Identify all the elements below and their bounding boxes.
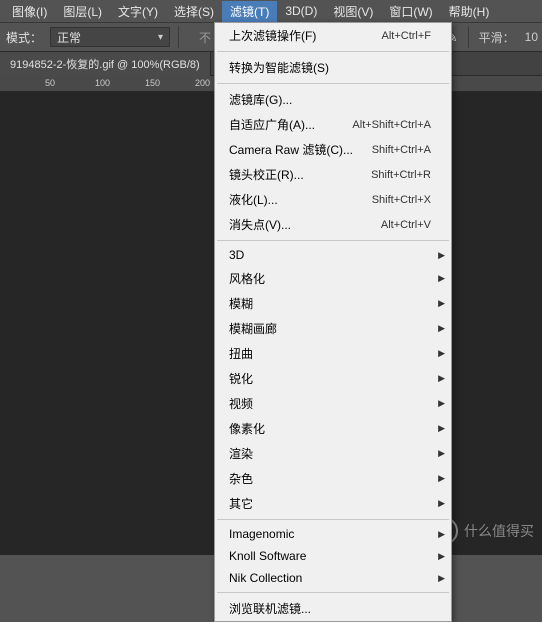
- filter-menu-dropdown: 上次滤镜操作(F) Alt+Ctrl+F 转换为智能滤镜(S) 滤镜库(G)... 自适…: [214, 22, 452, 622]
- mode-label: 模式：: [6, 29, 42, 46]
- submenu-arrow-icon: ▶: [438, 498, 445, 509]
- menu-item-消失点(V)...[interactable]: 消失点(V)... Alt+Ctrl+V: [215, 212, 451, 237]
- menu-item-上次滤镜操作(F)[interactable]: 上次滤镜操作(F) Alt+Ctrl+F: [215, 23, 451, 48]
- menu-item-label: Nik Collection: [229, 571, 302, 585]
- smooth-label: 平滑：: [479, 29, 515, 46]
- menubar: 图像(I)图层(L)文字(Y)选择(S)滤镜(T)3D(D)视图(V)窗口(W)…: [0, 0, 542, 22]
- menu-item-模糊画廊[interactable]: 模糊画廊 ▶: [215, 316, 451, 341]
- ruler-tick: 150: [145, 78, 160, 88]
- ruler-tick: 100: [95, 78, 110, 88]
- menu-item-Imagenomic[interactable]: Imagenomic ▶: [215, 523, 451, 545]
- menu-item-风格化[interactable]: 风格化 ▶: [215, 266, 451, 291]
- submenu-arrow-icon: ▶: [438, 473, 445, 484]
- menu-图层(L)[interactable]: 图层(L): [55, 1, 110, 22]
- submenu-arrow-icon: ▶: [438, 551, 445, 562]
- menu-图像(I)[interactable]: 图像(I): [4, 1, 55, 22]
- menu-item-扭曲[interactable]: 扭曲 ▶: [215, 341, 451, 366]
- menu-item-label: 液化(L)...: [229, 191, 278, 208]
- ruler-tick: 200: [195, 78, 210, 88]
- menu-shortcut: Alt+Ctrl+V: [381, 219, 431, 231]
- document-tab[interactable]: 9194852-2-恢复的.gif @ 100%(RGB/8): [0, 52, 211, 76]
- menu-item-label: 模糊画廊: [229, 320, 277, 337]
- menu-item-视频[interactable]: 视频 ▶: [215, 391, 451, 416]
- menu-item-label: 像素化: [229, 420, 265, 437]
- menu-item-label: 滤镜库(G)...: [229, 91, 292, 108]
- smooth-value: 10: [525, 30, 538, 44]
- submenu-arrow-icon: ▶: [438, 273, 445, 284]
- menu-item-label: 视频: [229, 395, 253, 412]
- menu-帮助(H)[interactable]: 帮助(H): [441, 1, 498, 22]
- menu-separator: [217, 240, 449, 241]
- menu-选择(S)[interactable]: 选择(S): [166, 1, 222, 22]
- menu-item-label: Imagenomic: [229, 527, 294, 541]
- menu-item-液化(L)...[interactable]: 液化(L)... Shift+Ctrl+X: [215, 187, 451, 212]
- menu-item-label: Camera Raw 滤镜(C)...: [229, 141, 353, 158]
- menu-item-模糊[interactable]: 模糊 ▶: [215, 291, 451, 316]
- menu-item-转换为智能滤镜(S)[interactable]: 转换为智能滤镜(S): [215, 55, 451, 80]
- submenu-arrow-icon: ▶: [438, 373, 445, 384]
- menu-item-label: 风格化: [229, 270, 265, 287]
- menu-文字(Y)[interactable]: 文字(Y): [110, 1, 166, 22]
- divider: [468, 26, 469, 48]
- menu-item-label: 模糊: [229, 295, 253, 312]
- menu-item-镜头校正(R)...[interactable]: 镜头校正(R)... Shift+Ctrl+R: [215, 162, 451, 187]
- chevron-down-icon: ▾: [158, 32, 163, 43]
- menu-item-Knoll Software[interactable]: Knoll Software ▶: [215, 545, 451, 567]
- mode-value: 正常: [57, 29, 81, 46]
- menu-item-label: 镜头校正(R)...: [229, 166, 304, 183]
- menu-separator: [217, 51, 449, 52]
- menu-separator: [217, 519, 449, 520]
- menu-shortcut: Shift+Ctrl+X: [372, 194, 431, 206]
- submenu-arrow-icon: ▶: [438, 529, 445, 540]
- menu-item-label: 上次滤镜操作(F): [229, 27, 316, 44]
- menu-item-Camera Raw 滤镜(C)...[interactable]: Camera Raw 滤镜(C)... Shift+Ctrl+A: [215, 137, 451, 162]
- divider: [178, 26, 179, 48]
- menu-item-label: 渲染: [229, 445, 253, 462]
- opacity-fragment: 不: [199, 29, 211, 46]
- menu-item-Nik Collection[interactable]: Nik Collection ▶: [215, 567, 451, 589]
- menu-item-label: 转换为智能滤镜(S): [229, 59, 329, 76]
- watermark-text: 什么值得买: [464, 521, 534, 541]
- menu-separator: [217, 83, 449, 84]
- menu-item-label: 浏览联机滤镜...: [229, 600, 311, 617]
- menu-item-label: 杂色: [229, 470, 253, 487]
- submenu-arrow-icon: ▶: [438, 448, 445, 459]
- menu-item-锐化[interactable]: 锐化 ▶: [215, 366, 451, 391]
- menu-item-label: 扭曲: [229, 345, 253, 362]
- menu-shortcut: Shift+Ctrl+A: [372, 144, 431, 156]
- menu-shortcut: Alt+Shift+Ctrl+A: [352, 119, 431, 131]
- submenu-arrow-icon: ▶: [438, 250, 445, 261]
- submenu-arrow-icon: ▶: [438, 323, 445, 334]
- menu-item-3D[interactable]: 3D ▶: [215, 244, 451, 266]
- menu-视图(V)[interactable]: 视图(V): [325, 1, 381, 22]
- menu-滤镜(T)[interactable]: 滤镜(T): [222, 1, 277, 22]
- menu-item-label: 其它: [229, 495, 253, 512]
- menu-item-label: 消失点(V)...: [229, 216, 291, 233]
- menu-item-label: Knoll Software: [229, 549, 306, 563]
- ruler-tick: 50: [45, 78, 55, 88]
- mode-select[interactable]: 正常 ▾: [50, 27, 170, 47]
- menu-item-杂色[interactable]: 杂色 ▶: [215, 466, 451, 491]
- menu-item-滤镜库(G)...[interactable]: 滤镜库(G)...: [215, 87, 451, 112]
- submenu-arrow-icon: ▶: [438, 298, 445, 309]
- menu-item-label: 锐化: [229, 370, 253, 387]
- menu-窗口(W)[interactable]: 窗口(W): [381, 1, 440, 22]
- menu-item-其它[interactable]: 其它 ▶: [215, 491, 451, 516]
- submenu-arrow-icon: ▶: [438, 573, 445, 584]
- menu-separator: [217, 592, 449, 593]
- menu-3D(D)[interactable]: 3D(D): [277, 2, 325, 20]
- menu-shortcut: Alt+Ctrl+F: [381, 30, 431, 42]
- submenu-arrow-icon: ▶: [438, 348, 445, 359]
- menu-shortcut: Shift+Ctrl+R: [371, 169, 431, 181]
- menu-item-渲染[interactable]: 渲染 ▶: [215, 441, 451, 466]
- submenu-arrow-icon: ▶: [438, 423, 445, 434]
- menu-item-自适应广角(A)...[interactable]: 自适应广角(A)... Alt+Shift+Ctrl+A: [215, 112, 451, 137]
- menu-item-label: 3D: [229, 248, 244, 262]
- submenu-arrow-icon: ▶: [438, 398, 445, 409]
- menu-item-label: 自适应广角(A)...: [229, 116, 315, 133]
- menu-item-像素化[interactable]: 像素化 ▶: [215, 416, 451, 441]
- menu-item-浏览联机滤镜...[interactable]: 浏览联机滤镜...: [215, 596, 451, 621]
